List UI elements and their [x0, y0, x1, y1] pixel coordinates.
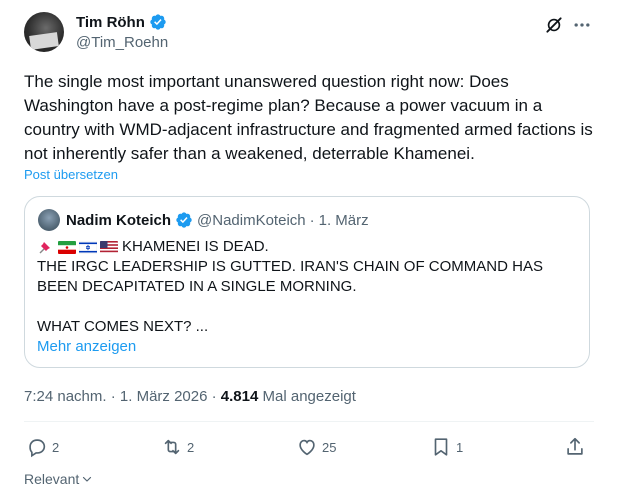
like-icon: [299, 439, 315, 456]
flag-emojis: [37, 241, 118, 254]
views-label: Mal angezeigt: [262, 388, 356, 405]
like-button[interactable]: 25: [296, 436, 336, 458]
author-handle[interactable]: @Tim_Roehn: [76, 34, 168, 51]
bookmark-button[interactable]: 1: [430, 436, 463, 458]
quote-line-2: THE IRGC LEADERSHIP IS GUTTED. IRAN'S CH…: [37, 258, 543, 295]
repost-icon: [164, 439, 180, 455]
repost-button[interactable]: 2: [161, 436, 194, 458]
bookmark-icon: [434, 438, 448, 456]
meta-separator: ·: [211, 388, 221, 405]
divider: [24, 421, 594, 422]
sort-label: Relevant: [24, 471, 80, 487]
tweet-meta: 7:24 nachm. · 1. März 2026 · 4.814 Mal a…: [24, 388, 356, 405]
quote-line-1-row: KHAMENEI IS DEAD.: [37, 237, 577, 257]
share-button[interactable]: [564, 436, 586, 458]
quote-author-handle: @NadimKoteich: [197, 211, 306, 229]
views-count: 4.814: [220, 388, 259, 405]
iran-flag-icon: [58, 241, 76, 254]
quote-blank-line: [37, 297, 577, 317]
tweet-text: The single most important unanswered que…: [24, 72, 593, 163]
verified-badge-icon: [176, 212, 192, 228]
israel-flag-icon: [79, 241, 97, 254]
reply-button[interactable]: 2: [26, 436, 59, 458]
sort-dropdown[interactable]: Relevant: [24, 471, 93, 487]
repost-count: 2: [187, 439, 195, 455]
translate-link[interactable]: Post übersetzen: [24, 167, 118, 182]
quote-header: Nadim Koteich @NadimKoteich · 1. März: [66, 211, 369, 229]
author-avatar[interactable]: [24, 12, 64, 52]
more-icon[interactable]: [572, 15, 592, 35]
verified-badge-icon: [150, 14, 166, 30]
action-bar: 2 2 25 1: [24, 436, 594, 462]
quote-body: KHAMENEI IS DEAD. THE IRGC LEADERSHIP IS…: [37, 237, 577, 337]
author-name-text[interactable]: Tim Röhn: [76, 14, 145, 31]
chevron-down-icon: [83, 476, 92, 482]
reply-icon: [29, 439, 46, 458]
share-icon: [567, 437, 583, 455]
quote-author-name: Nadim Koteich: [66, 211, 172, 229]
reply-count: 2: [52, 439, 60, 455]
pin-icon: [39, 242, 50, 254]
quote-date: 1. März: [318, 211, 369, 229]
quote-separator: ·: [309, 211, 315, 229]
author-name[interactable]: Tim Röhn: [76, 13, 167, 31]
grok-icon[interactable]: [544, 15, 564, 35]
quote-line-1: KHAMENEI IS DEAD.: [122, 238, 269, 255]
like-count: 25: [322, 439, 337, 455]
us-flag-icon: [100, 241, 118, 254]
show-more-link[interactable]: Mehr anzeigen: [37, 338, 136, 355]
tweet-time[interactable]: 7:24 nachm.: [24, 388, 107, 405]
quote-tweet-card[interactable]: Nadim Koteich @NadimKoteich · 1. März KH…: [24, 196, 590, 368]
quote-author-avatar: [38, 209, 60, 231]
tweet-date[interactable]: 1. März 2026: [120, 388, 208, 405]
meta-separator: ·: [110, 388, 120, 405]
quote-line-3: WHAT COMES NEXT? ...: [37, 318, 209, 335]
bookmark-count: 1: [456, 439, 464, 455]
